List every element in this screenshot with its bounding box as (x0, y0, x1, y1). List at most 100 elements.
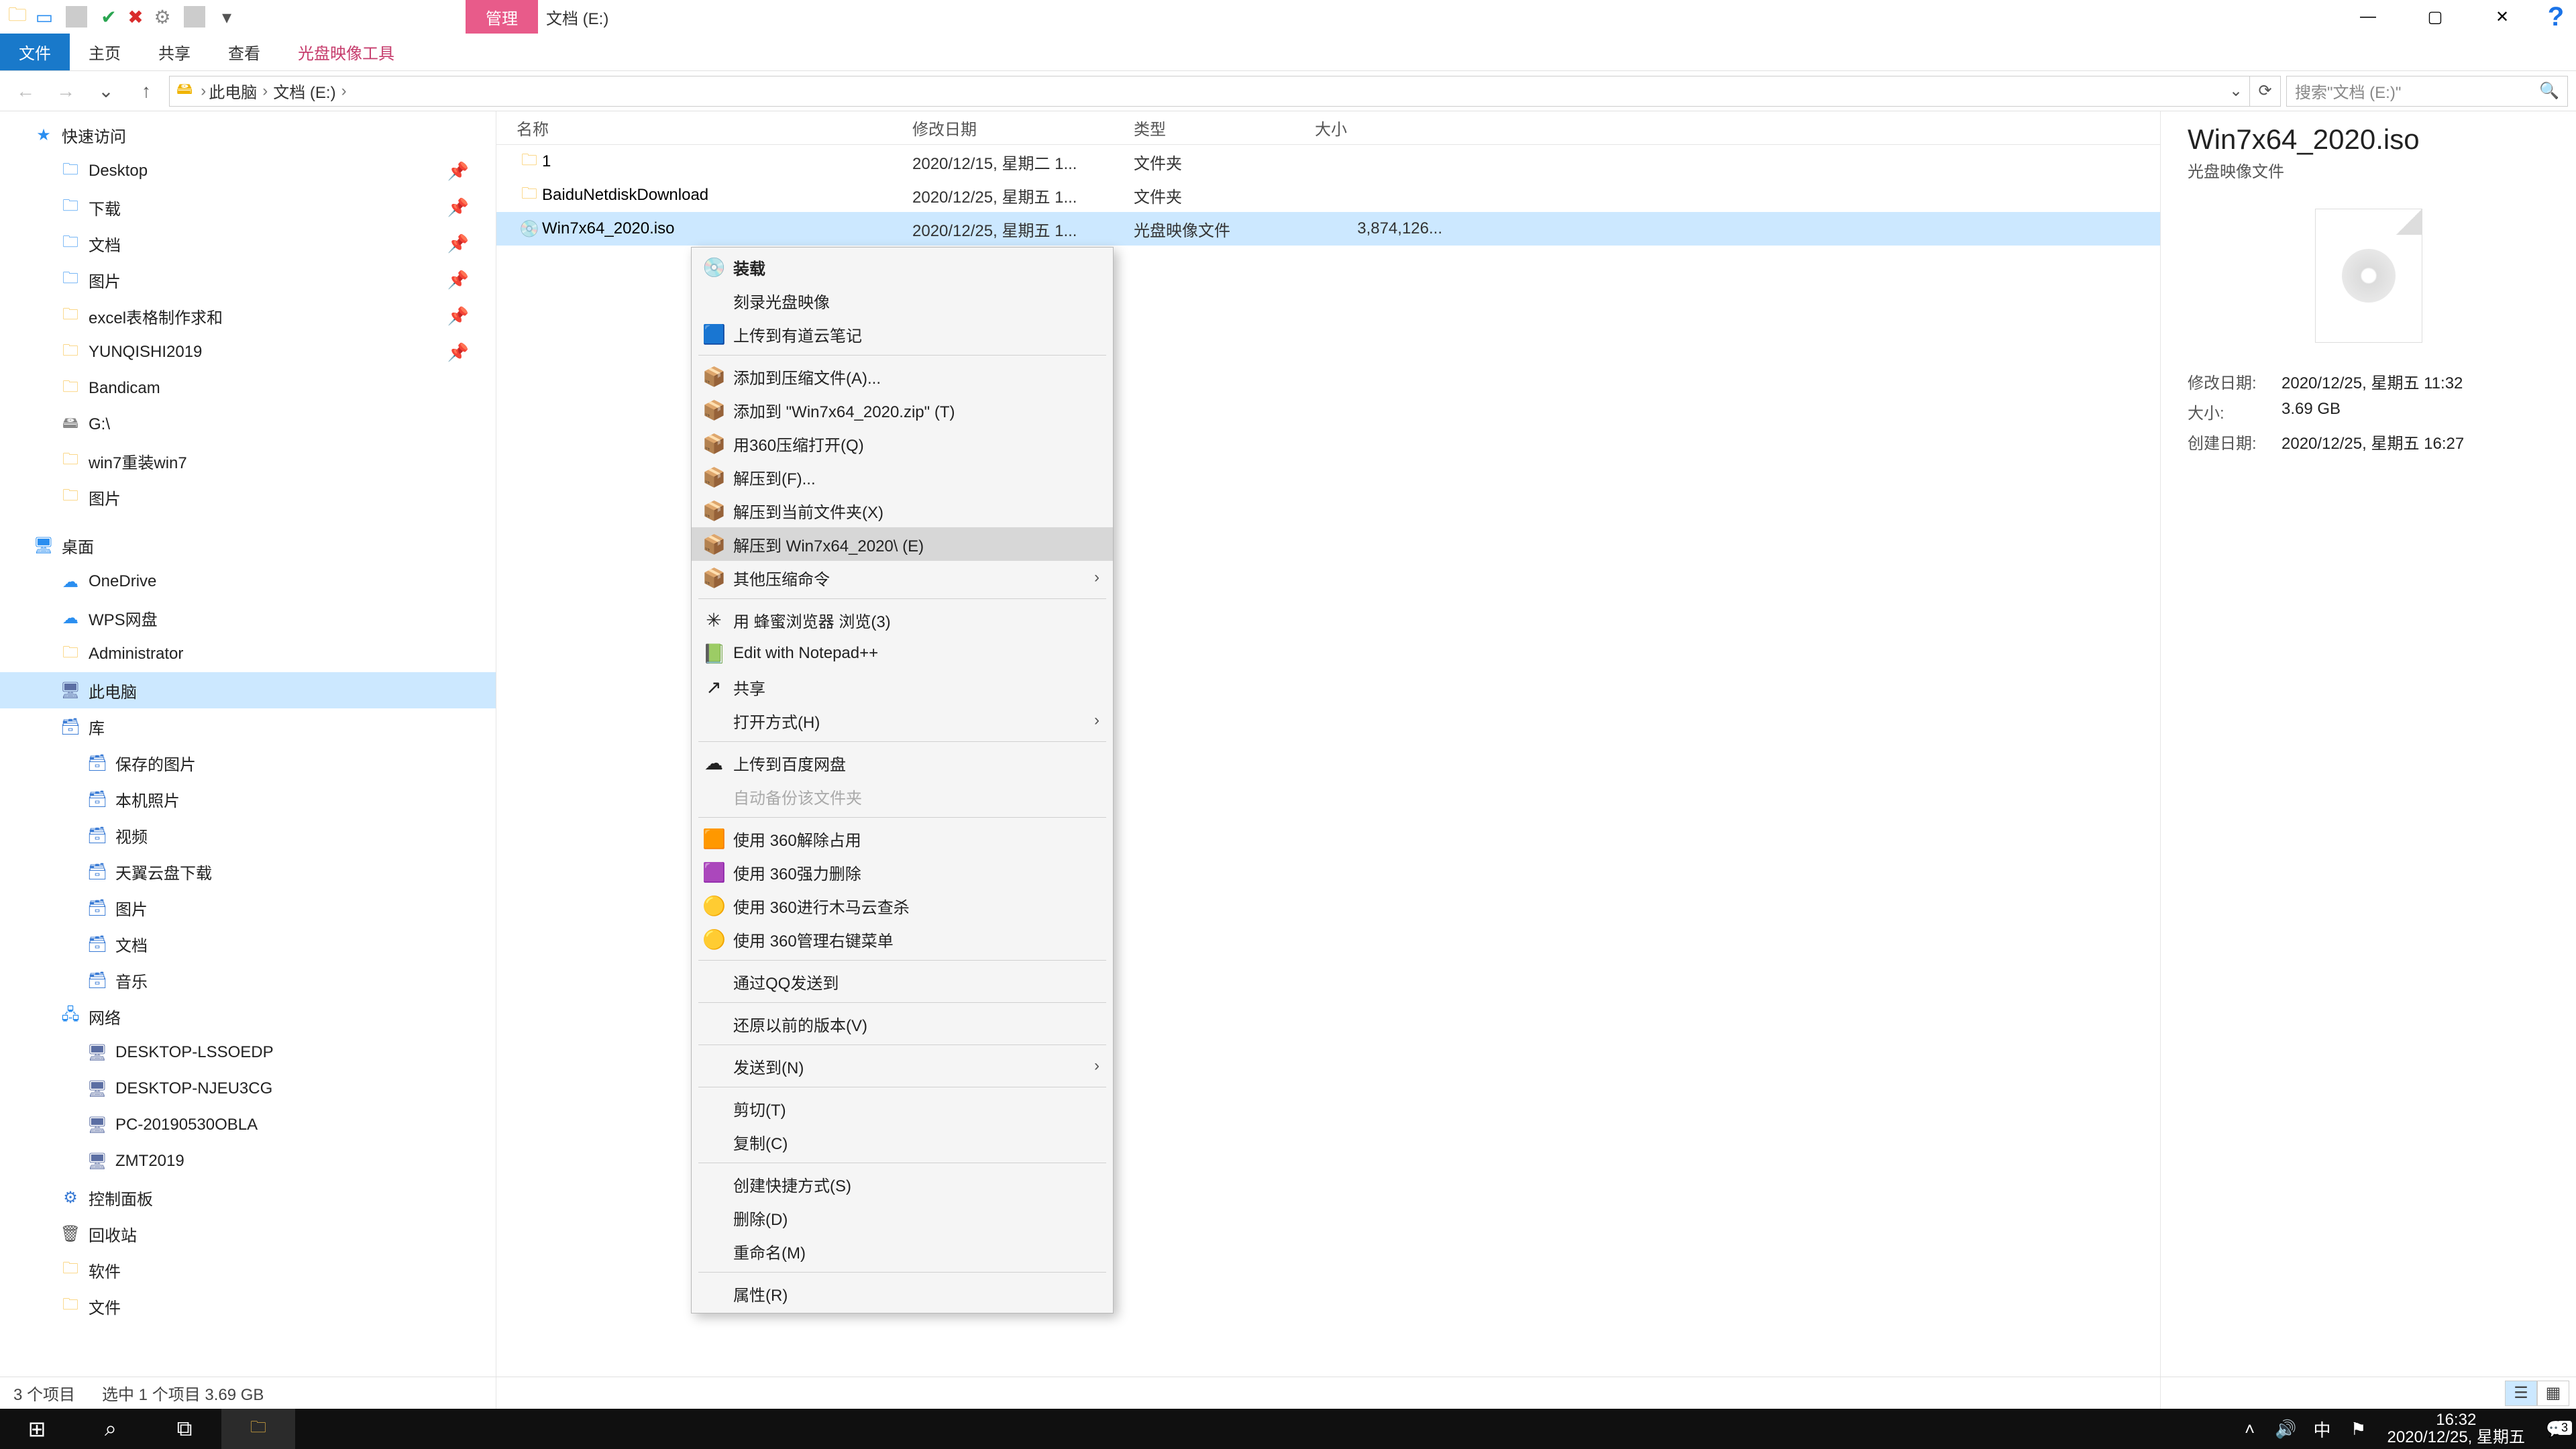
minimize-button[interactable]: — (2334, 0, 2402, 34)
tree-item[interactable]: 🗀Desktop📌 (0, 153, 496, 189)
tree-control-panel[interactable]: ⚙ 控制面板 (0, 1179, 496, 1216)
context-menu-item[interactable]: 💿装载 (692, 250, 1113, 284)
context-menu-item[interactable]: 🟦上传到有道云笔记 (692, 317, 1113, 351)
context-menu-item[interactable]: 📦添加到压缩文件(A)... (692, 360, 1113, 393)
contextual-tab-manage[interactable]: 管理 (466, 0, 538, 34)
context-menu-item[interactable]: 📦解压到(F)... (692, 460, 1113, 494)
start-button[interactable]: ⊞ (0, 1409, 74, 1449)
tree-item[interactable]: 🗀文档📌 (0, 225, 496, 262)
ribbon-tab-view[interactable]: 查看 (209, 34, 279, 70)
taskbar-clock[interactable]: 16:32 2020/12/25, 星期五 (2377, 1411, 2536, 1447)
tree-item[interactable]: ☁OneDrive (0, 564, 496, 600)
volume-icon[interactable]: 🔊 (2268, 1419, 2304, 1440)
column-headers[interactable]: 名称 修改日期 类型 大小 (496, 111, 2160, 145)
tree-item[interactable]: 🗀图片📌 (0, 262, 496, 298)
tree-quick-access[interactable]: ★ 快速访问 (0, 117, 496, 153)
context-menu-item[interactable]: 刻录光盘映像 (692, 284, 1113, 317)
ime-indicator[interactable]: 中 (2304, 1417, 2341, 1442)
breadcrumb-segment[interactable]: 文档 (E:) (273, 79, 335, 103)
taskbar[interactable]: ⊞ ⌕ ⧉ 🗀 ˄ 🔊 中 ⚑ 16:32 2020/12/25, 星期五 💬3 (0, 1409, 2576, 1449)
context-menu-item[interactable]: 📦添加到 "Win7x64_2020.zip" (T) (692, 393, 1113, 427)
help-button[interactable]: ? (2536, 0, 2576, 34)
view-icons-button[interactable]: ▦ (2537, 1381, 2569, 1406)
col-size[interactable]: 大小 (1315, 116, 1442, 140)
context-menu-item[interactable]: 发送到(N)› (692, 1049, 1113, 1083)
file-row[interactable]: 🗀 BaiduNetdiskDownload 2020/12/25, 星期五 1… (496, 178, 2160, 212)
context-menu[interactable]: 💿装载刻录光盘映像🟦上传到有道云笔记 📦添加到压缩文件(A)...📦添加到 "Wi… (691, 247, 1114, 1313)
context-menu-item[interactable]: 还原以前的版本(V) (692, 1007, 1113, 1040)
col-name[interactable]: 名称 (517, 116, 912, 140)
dropdown-icon[interactable]: ▾ (216, 6, 237, 28)
breadcrumb-dropdown[interactable]: ⌄ (2222, 76, 2249, 106)
context-menu-item[interactable]: 📦其他压缩命令› (692, 561, 1113, 594)
col-date[interactable]: 修改日期 (912, 116, 1134, 140)
back-button[interactable]: ← (8, 76, 43, 107)
tree-files[interactable]: 🗀 文件 (0, 1288, 496, 1324)
tree-item[interactable]: 🗃文档 (0, 926, 496, 962)
ribbon-tab-disc-tools[interactable]: 光盘映像工具 (279, 34, 413, 70)
tree-item[interactable]: 🖥DESKTOP-LSSOEDP (0, 1034, 496, 1071)
tree-software[interactable]: 🗀 软件 (0, 1252, 496, 1288)
taskbar-explorer[interactable]: 🗀 (221, 1409, 295, 1449)
context-menu-item[interactable]: 🟪使用 360强力删除 (692, 855, 1113, 889)
action-center[interactable]: 💬3 (2536, 1419, 2576, 1439)
context-menu-item[interactable]: 打开方式(H)› (692, 704, 1113, 737)
tree-item[interactable]: 🗃库 (0, 708, 496, 745)
context-menu-item[interactable]: 📗Edit with Notepad++ (692, 637, 1113, 670)
view-details-button[interactable]: ☰ (2505, 1381, 2537, 1406)
context-menu-item[interactable]: 📦用360压缩打开(Q) (692, 427, 1113, 460)
context-menu-item[interactable]: 剪切(T) (692, 1091, 1113, 1125)
context-menu-item[interactable]: 删除(D) (692, 1201, 1113, 1234)
refresh-button[interactable]: ⟳ (2249, 76, 2280, 106)
file-row[interactable]: 🗀 1 2020/12/15, 星期二 1... 文件夹 (496, 145, 2160, 178)
context-menu-item[interactable]: 🟧使用 360解除占用 (692, 822, 1113, 855)
ribbon-tab-share[interactable]: 共享 (140, 34, 209, 70)
tree-recycle[interactable]: 🗑 回收站 (0, 1216, 496, 1252)
breadcrumb-segment[interactable]: 此电脑 (209, 79, 257, 103)
file-row[interactable]: 💿 Win7x64_2020.iso 2020/12/25, 星期五 1... … (496, 212, 2160, 246)
search-input[interactable]: 搜索"文档 (E:)" 🔍 (2286, 76, 2568, 107)
context-menu-item[interactable]: ☁上传到百度网盘 (692, 746, 1113, 780)
tree-item[interactable]: 🖥此电脑 (0, 672, 496, 708)
context-menu-item[interactable]: 创建快捷方式(S) (692, 1167, 1113, 1201)
recent-dropdown[interactable]: ⌄ (89, 76, 123, 107)
tree-item[interactable]: 🗀Bandicam (0, 370, 496, 407)
breadcrumb-box[interactable]: 🖴 › 此电脑 › 文档 (E:) › ⌄ ⟳ (169, 76, 2281, 107)
search-button[interactable]: ⌕ (74, 1409, 148, 1449)
tree-item[interactable]: 🗃图片 (0, 890, 496, 926)
navigation-tree[interactable]: ★ 快速访问 🗀Desktop📌🗀下载📌🗀文档📌🗀图片📌🗀excel表格制作求和… (0, 111, 496, 1409)
context-menu-item[interactable]: ↗共享 (692, 670, 1113, 704)
tree-item[interactable]: 🗃天翼云盘下载 (0, 853, 496, 890)
up-button[interactable]: ↑ (129, 76, 164, 107)
col-type[interactable]: 类型 (1134, 116, 1315, 140)
context-menu-item[interactable]: ✳用 蜂蜜浏览器 浏览(3) (692, 603, 1113, 637)
save-icon[interactable]: ▭ (34, 6, 55, 28)
security-icon[interactable]: ⚑ (2341, 1419, 2377, 1440)
tree-item[interactable]: 🗀excel表格制作求和📌 (0, 298, 496, 334)
close-red-icon[interactable]: ✖ (125, 6, 146, 28)
tray-overflow[interactable]: ˄ (2232, 1419, 2268, 1440)
close-button[interactable]: ✕ (2469, 0, 2536, 34)
tree-item[interactable]: 🗀图片 (0, 479, 496, 515)
context-menu-item[interactable]: 重命名(M) (692, 1234, 1113, 1268)
options-icon[interactable]: ⚙ (152, 6, 173, 28)
context-menu-item[interactable]: 复制(C) (692, 1125, 1113, 1159)
tree-item[interactable]: 🗀下载📌 (0, 189, 496, 225)
tree-item[interactable]: 🖴G:\ (0, 407, 496, 443)
context-menu-item[interactable]: 🟡使用 360进行木马云查杀 (692, 889, 1113, 922)
tree-item[interactable]: 🗀YUNQISHI2019📌 (0, 334, 496, 370)
tree-item[interactable]: 🗃音乐 (0, 962, 496, 998)
tree-item[interactable]: 🗃视频 (0, 817, 496, 853)
context-menu-item[interactable]: 属性(R) (692, 1277, 1113, 1310)
context-menu-item[interactable]: 📦解压到 Win7x64_2020\ (E) (692, 527, 1113, 561)
tree-item[interactable]: 🖥PC-20190530OBLA (0, 1107, 496, 1143)
tree-item[interactable]: ☁WPS网盘 (0, 600, 496, 636)
tree-item[interactable]: 🖥ZMT2019 (0, 1143, 496, 1179)
tree-item[interactable]: 🗃本机照片 (0, 781, 496, 817)
tree-item[interactable]: 🗀Administrator (0, 636, 496, 672)
context-menu-item[interactable]: 🟡使用 360管理右键菜单 (692, 922, 1113, 956)
tree-item[interactable]: 🖥DESKTOP-NJEU3CG (0, 1071, 496, 1107)
maximize-button[interactable]: ▢ (2402, 0, 2469, 34)
tree-desktop[interactable]: 🖥 桌面 (0, 527, 496, 564)
check-icon[interactable]: ✔ (98, 6, 119, 28)
